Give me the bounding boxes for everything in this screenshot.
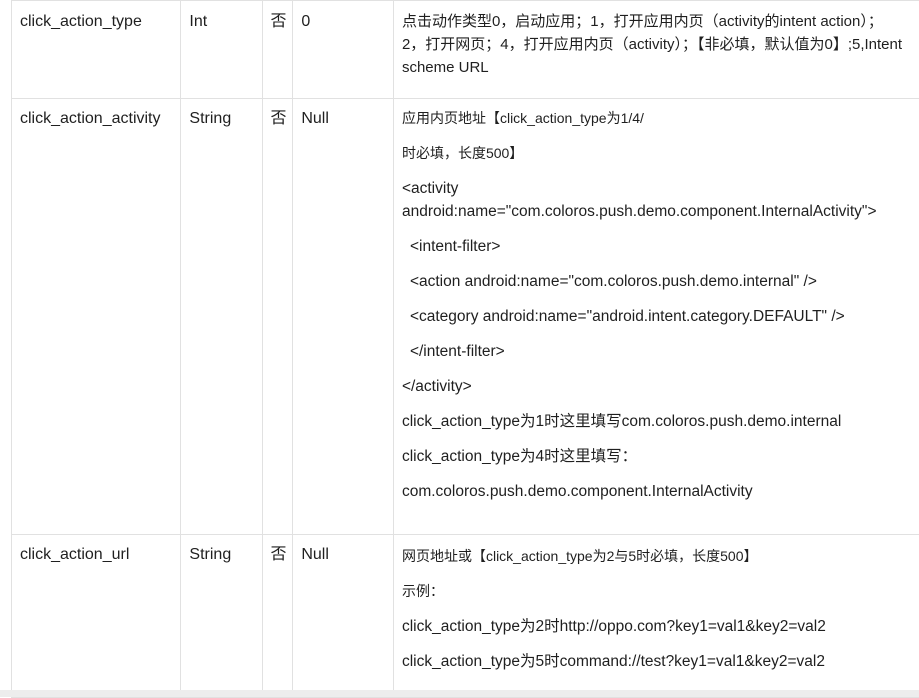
param-default-cell: Null (293, 535, 394, 698)
param-description: 应用内页地址【click_action_type为1/4/ 时必填，长度500】… (394, 99, 919, 503)
desc-line: click_action_type为1时这里填写com.coloros.push… (402, 410, 919, 433)
param-default: Null (293, 535, 393, 566)
param-name: click_action_type (12, 1, 180, 33)
desc-line: 应用内页地址【click_action_type为1/4/ (402, 107, 919, 130)
param-required: 否 (263, 99, 293, 130)
desc-line: <activity android:name="com.coloros.push… (402, 177, 919, 223)
horizontal-scrollbar[interactable] (0, 690, 919, 697)
desc-line: 示例： (402, 580, 919, 603)
desc-line: <category android:name="android.intent.c… (402, 305, 919, 328)
desc-line: 点击动作类型0，启动应用；1，打开应用内页（activity的intent ac… (402, 10, 919, 33)
param-desc-cell: 网页地址或【click_action_type为2与5时必填，长度500】 示例… (393, 535, 919, 698)
param-name-cell: click_action_type (12, 1, 181, 99)
param-default: 0 (293, 1, 393, 33)
desc-line: click_action_type为2时http://oppo.com?key1… (402, 615, 919, 638)
desc-line: com.coloros.push.demo.component.Internal… (402, 480, 919, 503)
desc-line: 网页地址或【click_action_type为2与5时必填，长度500】 (402, 545, 919, 568)
desc-line: click_action_type为5时command://test?key1=… (402, 650, 919, 673)
desc-line: 时必填，长度500】 (402, 142, 919, 165)
param-required: 否 (263, 535, 293, 566)
desc-line: click_action_type为4时这里填写： (402, 445, 919, 468)
desc-line: scheme URL (402, 56, 919, 79)
param-name: click_action_url (12, 535, 180, 566)
param-type: String (181, 535, 261, 566)
param-type-cell: String (181, 99, 262, 535)
param-name: click_action_activity (12, 99, 180, 130)
param-required-cell: 否 (262, 1, 293, 99)
param-type-cell: Int (181, 1, 262, 99)
param-description: 网页地址或【click_action_type为2与5时必填，长度500】 示例… (394, 535, 919, 673)
table-row: click_action_type Int 否 0 点击动作类型0，启动应用；1… (12, 1, 919, 99)
param-required-cell: 否 (262, 99, 293, 535)
param-description: 点击动作类型0，启动应用；1，打开应用内页（activity的intent ac… (394, 1, 919, 79)
param-name-cell: click_action_activity (12, 99, 181, 535)
param-default: Null (293, 99, 393, 130)
param-default-cell: 0 (293, 1, 394, 99)
desc-line: </intent-filter> (402, 340, 919, 363)
params-table: click_action_type Int 否 0 点击动作类型0，启动应用；1… (11, 0, 919, 698)
desc-line: </activity> (402, 375, 919, 398)
param-required-cell: 否 (262, 535, 293, 698)
table-row: click_action_activity String 否 Null 应用内页… (12, 99, 919, 535)
param-type: String (181, 99, 261, 130)
table-row: click_action_url String 否 Null 网页地址或【cli… (12, 535, 919, 698)
param-type: Int (181, 1, 261, 33)
param-required: 否 (263, 1, 293, 33)
param-name-cell: click_action_url (12, 535, 181, 698)
desc-line: 2，打开网页；4，打开应用内页（activity）；【非必填，默认值为0】;5,… (402, 33, 919, 56)
desc-line: <intent-filter> (402, 235, 919, 258)
desc-line: <action android:name="com.coloros.push.d… (402, 270, 919, 293)
param-desc-cell: 点击动作类型0，启动应用；1，打开应用内页（activity的intent ac… (393, 1, 919, 99)
param-type-cell: String (181, 535, 262, 698)
param-desc-cell: 应用内页地址【click_action_type为1/4/ 时必填，长度500】… (393, 99, 919, 535)
param-default-cell: Null (293, 99, 394, 535)
